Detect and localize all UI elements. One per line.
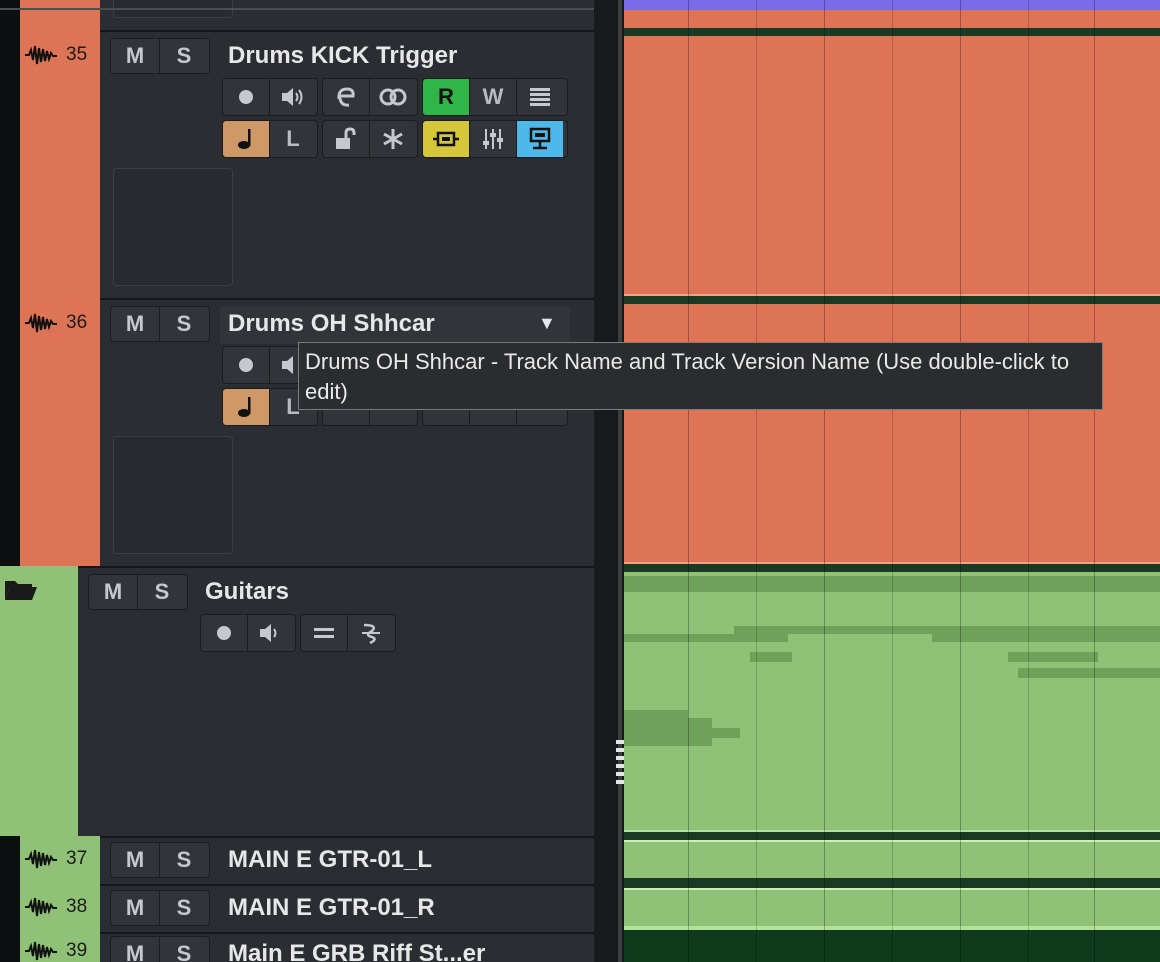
audio-waveform-icon — [25, 897, 57, 917]
track-number: 35 — [66, 44, 88, 65]
track-number: 38 — [66, 896, 88, 917]
folder-data-button[interactable] — [348, 615, 394, 651]
lock-l-button[interactable]: L — [270, 121, 316, 157]
arrange-window[interactable] — [624, 0, 1160, 962]
track-36[interactable]: 36 M S Drums OH Shhcar ▼ L — [0, 298, 594, 566]
mixer-sliders-icon — [483, 129, 503, 149]
mute-button[interactable]: M — [111, 937, 160, 962]
solo-button[interactable]: S — [138, 575, 186, 609]
monitor-output-button[interactable] — [517, 121, 563, 157]
zigzag-icon — [362, 623, 380, 645]
lanes-button[interactable] — [517, 79, 563, 115]
folder-lanes-button[interactable] — [301, 615, 348, 651]
monitor-button[interactable] — [270, 79, 316, 115]
mute-button[interactable]: M — [111, 891, 160, 925]
track-number: 36 — [66, 312, 88, 333]
asterisk-icon — [383, 129, 403, 149]
mute-button[interactable]: M — [111, 39, 160, 73]
link-rings-icon — [379, 88, 407, 106]
channel-settings-button[interactable] — [470, 121, 517, 157]
track-name[interactable]: Guitars — [205, 578, 289, 606]
solo-button[interactable]: S — [160, 307, 208, 341]
note-icon — [238, 129, 251, 149]
track-number: 39 — [66, 940, 88, 961]
lock-button[interactable] — [323, 121, 370, 157]
solo-button[interactable]: S — [160, 843, 208, 877]
edit-in-place-icon — [433, 131, 459, 147]
edit-in-place-button[interactable] — [423, 121, 470, 157]
track-color-strip[interactable] — [20, 30, 100, 298]
solo-button[interactable]: S — [160, 937, 208, 962]
track-name-tooltip: Drums OH Shhcar - Track Name and Track V… — [298, 342, 1103, 410]
read-automation-button[interactable]: R — [423, 79, 470, 115]
track-picture-box — [113, 436, 233, 554]
solo-button[interactable]: S — [160, 891, 208, 925]
splitter-line[interactable] — [618, 0, 622, 962]
monitor-button[interactable] — [248, 615, 294, 651]
solo-button[interactable]: S — [160, 39, 208, 73]
track-39[interactable]: 39 M S Main E GRB Riff St...er — [0, 932, 594, 962]
record-enable-button[interactable] — [201, 615, 248, 651]
track-name[interactable]: Drums KICK Trigger — [228, 42, 457, 70]
musical-time-base-button[interactable] — [223, 389, 270, 425]
equals-lines-icon — [314, 628, 334, 638]
mute-button[interactable]: M — [111, 843, 160, 877]
speaker-icon — [282, 88, 303, 106]
link-button[interactable] — [370, 79, 416, 115]
unlock-icon — [336, 127, 356, 149]
write-automation-button[interactable]: W — [470, 79, 517, 115]
track-name[interactable]: Drums OH Shhcar — [228, 310, 435, 338]
output-monitor-icon — [529, 127, 551, 150]
mute-button[interactable]: M — [89, 575, 138, 609]
record-dot-icon — [239, 90, 253, 104]
note-icon — [238, 397, 251, 417]
track-37[interactable]: 37 M S MAIN E GTR-01_L — [0, 836, 594, 884]
track-partial-top — [0, 0, 594, 30]
splitter-grip-icon[interactable] — [616, 740, 624, 786]
audio-waveform-icon — [25, 313, 57, 333]
lanes-icon — [530, 88, 550, 106]
folder-open-icon[interactable] — [4, 578, 38, 602]
edit-e-icon — [337, 87, 355, 107]
audio-waveform-icon — [25, 941, 57, 961]
track-version-dropdown-arrow-icon[interactable]: ▼ — [538, 313, 556, 334]
record-dot-icon — [217, 626, 231, 640]
folder-track-guitars[interactable]: M S Guitars — [0, 566, 594, 836]
track-35[interactable]: 35 M S Drums KICK Trigger R W L — [0, 30, 594, 298]
record-enable-button[interactable] — [223, 347, 270, 383]
track-number: 37 — [66, 848, 88, 869]
track-color-strip[interactable] — [20, 298, 100, 566]
track-list: 35 M S Drums KICK Trigger R W L 36 M S D… — [0, 0, 594, 962]
track-name[interactable]: Main E GRB Riff St...er — [228, 940, 485, 962]
record-enable-button[interactable] — [223, 79, 270, 115]
audio-waveform-icon — [25, 849, 57, 869]
speaker-icon — [260, 624, 277, 642]
musical-time-base-button[interactable] — [223, 121, 270, 157]
track-name[interactable]: MAIN E GTR-01_R — [228, 894, 435, 922]
freeze-button[interactable] — [370, 121, 416, 157]
mute-button[interactable]: M — [111, 307, 160, 341]
track-picture-box — [113, 168, 233, 286]
edit-channel-button[interactable] — [323, 79, 370, 115]
track-name-field[interactable]: Drums OH Shhcar ▼ — [220, 306, 570, 344]
track-name[interactable]: MAIN E GTR-01_L — [228, 846, 432, 874]
audio-waveform-icon — [25, 45, 57, 65]
track-color-strip[interactable] — [0, 566, 78, 836]
record-dot-icon — [239, 358, 253, 372]
track-38[interactable]: 38 M S MAIN E GTR-01_R — [0, 884, 594, 932]
